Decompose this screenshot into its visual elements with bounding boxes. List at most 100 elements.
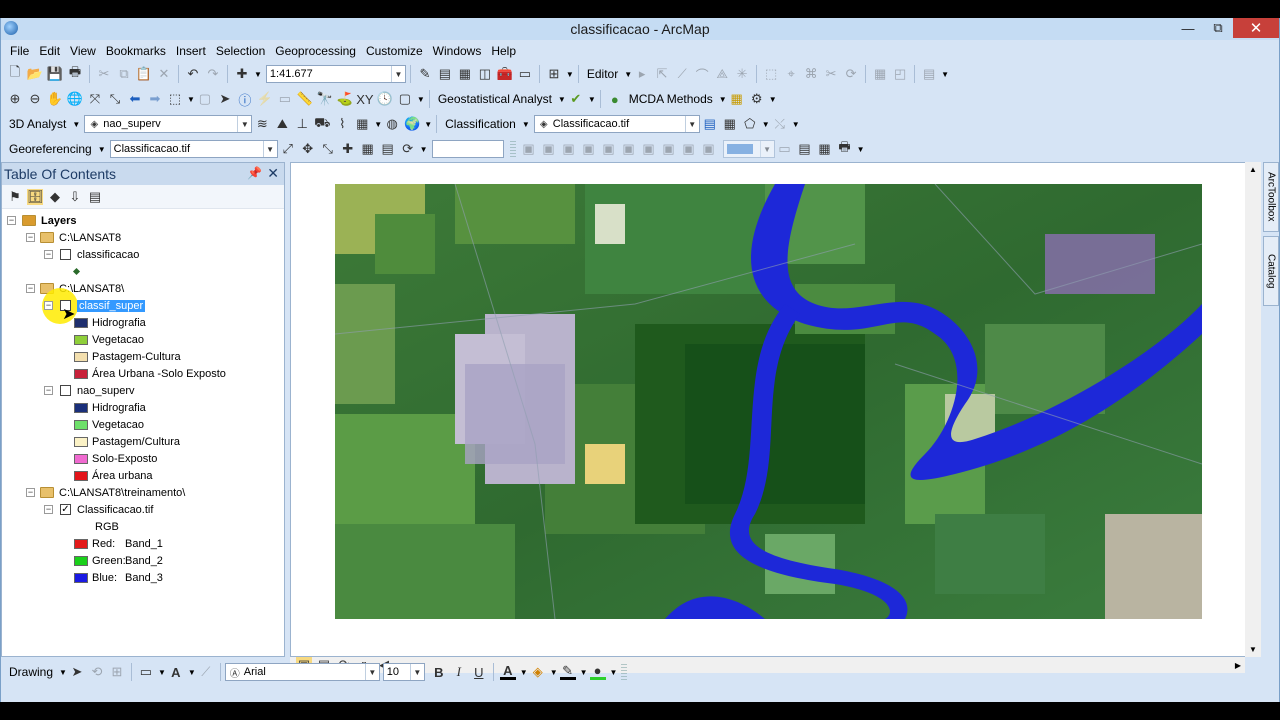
menu-customize[interactable]: Customize bbox=[361, 44, 428, 58]
menu-edit[interactable]: Edit bbox=[34, 44, 65, 58]
training-sample-icon[interactable]: ▤ bbox=[702, 116, 718, 132]
restore-button[interactable]: ⧉ bbox=[1203, 18, 1233, 38]
measure-icon[interactable]: 📏 bbox=[297, 91, 313, 107]
rectangle-icon[interactable]: ▭ bbox=[138, 664, 154, 680]
scale-georef-icon[interactable]: ⤡ bbox=[320, 141, 336, 157]
list-by-selection-icon[interactable]: ⇩ bbox=[67, 189, 83, 205]
open-icon[interactable]: 📂 bbox=[27, 66, 43, 82]
spatial-adj-7-icon[interactable]: ▣ bbox=[641, 141, 657, 157]
goto-xy-icon[interactable]: XY bbox=[356, 91, 373, 107]
interpolate-line-icon[interactable]: ⌇ bbox=[334, 116, 350, 132]
classification-layer-combo[interactable]: ◈ Classificacao.tif ▼ bbox=[533, 115, 700, 133]
html-popup-icon[interactable]: ▭ bbox=[277, 91, 293, 107]
cut-icon[interactable]: ✂ bbox=[96, 66, 112, 82]
collapse-icon[interactable]: − bbox=[44, 505, 53, 514]
hyperlink-icon[interactable]: ⚡ bbox=[257, 91, 273, 107]
toc-options-icon[interactable]: ▤ bbox=[87, 189, 103, 205]
python-icon[interactable]: ▭ bbox=[517, 66, 533, 82]
menu-windows[interactable]: Windows bbox=[428, 44, 487, 58]
spatial-adj-9-icon[interactable]: ▣ bbox=[681, 141, 697, 157]
delete-icon[interactable]: ✕ bbox=[156, 66, 172, 82]
end-point-arc-icon[interactable]: ⌒ bbox=[694, 66, 710, 83]
full-extent-icon[interactable]: 🌐 bbox=[67, 91, 83, 107]
font-size-combo[interactable]: 10 ▼ bbox=[382, 663, 425, 681]
profile-graph-icon[interactable]: ▦ bbox=[354, 116, 370, 132]
forward-extent-icon[interactable]: ➡ bbox=[147, 91, 163, 107]
layer-classificacao[interactable]: − classificacao bbox=[42, 246, 139, 263]
group-lansat8[interactable]: − C:\LANSAT8 bbox=[26, 229, 121, 246]
fill-color-icon[interactable]: ◈ bbox=[530, 664, 546, 680]
collapse-icon[interactable]: − bbox=[7, 216, 16, 225]
viewer-icon[interactable]: ▤ bbox=[380, 141, 396, 157]
add-control-points-icon[interactable]: ✚ bbox=[340, 141, 356, 157]
text-icon[interactable]: A bbox=[168, 664, 184, 680]
steepest-path-icon[interactable]: ⛰ bbox=[274, 116, 290, 132]
mcda-grid-icon[interactable]: ▦ bbox=[729, 91, 745, 107]
arcglobe-icon[interactable]: 🌍 bbox=[404, 116, 420, 132]
search-window-icon[interactable]: ◫ bbox=[477, 66, 493, 82]
line-color-icon[interactable]: ✎ bbox=[559, 663, 576, 680]
scroll-up-icon[interactable]: ▲ bbox=[1245, 162, 1261, 174]
3d-analyst-layer-combo[interactable]: ◈ nao_superv ▼ bbox=[84, 115, 253, 133]
layout-2-icon[interactable]: ▤ bbox=[797, 141, 813, 157]
training-manager-icon[interactable]: ▦ bbox=[722, 116, 738, 132]
layer-classif-super[interactable]: − classif_super bbox=[42, 297, 146, 314]
create-features-icon[interactable]: ▤ bbox=[921, 66, 937, 82]
arctoolbox-tab[interactable]: ArcToolbox bbox=[1263, 162, 1279, 232]
group-treinamento[interactable]: − C:\LANSAT8\treinamento\ bbox=[26, 484, 185, 501]
spatial-adj-1-icon[interactable]: ▣ bbox=[521, 141, 537, 157]
close-button[interactable]: ✕ bbox=[1233, 18, 1279, 38]
geostatistical-analyst-menu[interactable]: Geostatistical Analyst bbox=[434, 92, 556, 106]
toc-icon[interactable]: ▤ bbox=[437, 66, 453, 82]
catalog-icon[interactable]: ▦ bbox=[457, 66, 473, 82]
pin-icon[interactable]: 📌 bbox=[247, 166, 262, 180]
attributes-icon[interactable]: ▦ bbox=[872, 66, 888, 82]
menu-insert[interactable]: Insert bbox=[171, 44, 211, 58]
mcda-settings-icon[interactable]: ⚙ bbox=[749, 91, 765, 107]
split-icon[interactable]: ✂ bbox=[823, 66, 839, 82]
add-data-icon[interactable]: ✚ bbox=[234, 66, 250, 82]
select-elements-icon[interactable]: ➤ bbox=[217, 91, 233, 107]
drawing-menu[interactable]: Drawing bbox=[5, 665, 57, 679]
bold-icon[interactable]: B bbox=[431, 664, 447, 680]
select-elements-icon-2[interactable]: ➤ bbox=[69, 664, 85, 680]
spatial-adj-3-icon[interactable]: ▣ bbox=[561, 141, 577, 157]
catalog-tab[interactable]: Catalog bbox=[1263, 236, 1279, 306]
menu-geoprocessing[interactable]: Geoprocessing bbox=[270, 44, 361, 58]
edit-annotation-icon[interactable]: ⇱ bbox=[654, 66, 670, 82]
scroll-down-icon[interactable]: ▼ bbox=[1245, 645, 1261, 654]
spatial-adj-2-icon[interactable]: ▣ bbox=[541, 141, 557, 157]
spatial-adj-10-icon[interactable]: ▣ bbox=[701, 141, 717, 157]
reshape-icon[interactable]: ⌖ bbox=[783, 66, 799, 82]
italic-icon[interactable]: I bbox=[451, 664, 467, 680]
editor-toolbar-icon[interactable]: ✎ bbox=[417, 66, 433, 82]
edit-tool-icon[interactable]: ▸ bbox=[634, 66, 650, 82]
edit-vertices-icon[interactable]: ⬚ bbox=[763, 66, 779, 82]
layout-3-icon[interactable]: ▦ bbox=[817, 141, 833, 157]
collapse-icon[interactable]: − bbox=[44, 386, 53, 395]
menu-selection[interactable]: Selection bbox=[211, 44, 270, 58]
layer-nao-superv[interactable]: − nao_superv bbox=[42, 382, 135, 399]
list-by-visibility-icon[interactable]: ◆ bbox=[47, 189, 63, 205]
contour-icon[interactable]: ≋ bbox=[254, 116, 270, 132]
list-by-drawing-order-icon[interactable]: ⚑ bbox=[7, 189, 23, 205]
mcda-icon[interactable]: ● bbox=[607, 91, 623, 107]
collapse-icon[interactable]: − bbox=[44, 250, 53, 259]
mcda-methods-menu[interactable]: MCDA Methods bbox=[625, 92, 717, 106]
collapse-icon[interactable]: − bbox=[44, 301, 53, 310]
paste-icon[interactable]: 📋 bbox=[136, 66, 152, 82]
straight-segment-icon[interactable]: ⟋ bbox=[674, 66, 690, 82]
trace-icon[interactable]: ⟁ bbox=[714, 66, 730, 82]
back-extent-icon[interactable]: ⬅ bbox=[127, 91, 143, 107]
identify-icon[interactable]: ⓘ bbox=[237, 91, 253, 108]
vertical-scrollbar[interactable]: ▲ ▼ bbox=[1245, 162, 1261, 657]
fixed-zoom-out-icon[interactable]: ⤡ bbox=[107, 91, 123, 107]
segment-picker-icon[interactable]: ⤯ bbox=[772, 116, 788, 132]
shift-georef-icon[interactable]: ✥ bbox=[300, 141, 316, 157]
edit-vertices-icon-2[interactable]: ⟋ bbox=[198, 664, 214, 680]
underline-icon[interactable]: U bbox=[471, 664, 487, 680]
zoom-out-icon[interactable]: ⊖ bbox=[27, 91, 43, 107]
georef-layer-combo[interactable]: Classificacao.tif ▼ bbox=[109, 140, 278, 158]
rotate-georef-icon[interactable]: ⤢ bbox=[280, 141, 296, 157]
menu-view[interactable]: View bbox=[65, 44, 101, 58]
